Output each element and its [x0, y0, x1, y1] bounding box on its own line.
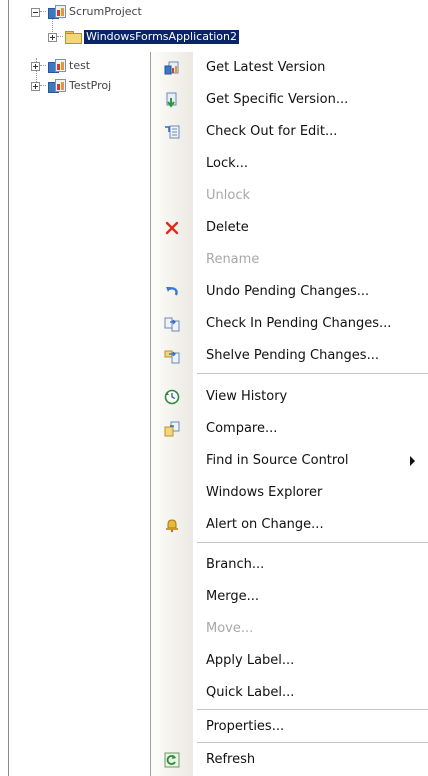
menu-item-quick-label[interactable]: Quick Label... [151, 677, 428, 709]
checkout-icon [164, 124, 180, 140]
menu-item-merge[interactable]: Merge... [151, 581, 428, 613]
tree-item-label: TestProj [69, 79, 112, 92]
menu-item-check-in-pending-changes[interactable]: Check In Pending Changes... [151, 308, 428, 340]
menu-item-move: Move... [151, 613, 428, 645]
menu-item-unlock: Unlock [151, 180, 428, 212]
menu-item-label: Compare... [206, 421, 278, 436]
menu-item-label: Delete [206, 220, 249, 235]
menu-item-rename: Rename [151, 244, 428, 276]
undo-icon [164, 284, 180, 300]
refresh-icon [164, 752, 180, 768]
menu-separator [197, 742, 428, 743]
tree-connector [40, 65, 46, 67]
tree-item-label: WindowsFormsApplication2 [84, 30, 240, 44]
menu-item-label: Undo Pending Changes... [206, 284, 370, 299]
submenu-arrow-icon [410, 456, 415, 466]
menu-item-properties[interactable]: Properties... [151, 711, 428, 743]
menu-item-apply-label[interactable]: Apply Label... [151, 645, 428, 677]
menu-item-label: Unlock [206, 188, 250, 203]
menu-item-label: Windows Explorer [206, 485, 323, 500]
menu-item-alert-on-change[interactable]: Alert on Change... [151, 509, 428, 541]
tree-item-scrumproject[interactable]: ScrumProject [31, 2, 142, 22]
tree-connector [40, 11, 46, 13]
menu-item-windows-explorer[interactable]: Windows Explorer [151, 477, 428, 509]
menu-item-check-out-for-edit[interactable]: Check Out for Edit... [151, 116, 428, 148]
menu-item-label: Branch... [206, 557, 265, 572]
menu-item-label: Refresh [206, 752, 256, 767]
folder-icon [65, 31, 82, 44]
menu-item-label: Check In Pending Changes... [206, 316, 392, 331]
menu-item-label: Find in Source Control [206, 453, 349, 468]
tree-item-test[interactable]: test [31, 56, 90, 76]
checkin-icon [164, 316, 180, 332]
team-project-icon [48, 79, 66, 93]
get-latest-icon [164, 60, 180, 76]
get-specific-icon [164, 92, 180, 108]
history-icon [164, 389, 180, 405]
menu-item-label: Get Latest Version [206, 60, 326, 75]
expand-icon[interactable] [48, 32, 57, 42]
menu-item-branch[interactable]: Branch... [151, 549, 428, 581]
shelve-icon [164, 348, 180, 364]
tree-item-windowsformsapplication2[interactable]: WindowsFormsApplication2 [48, 27, 240, 47]
menu-item-label: Properties... [206, 719, 285, 734]
delete-icon [164, 220, 180, 236]
menu-item-lock[interactable]: Lock... [151, 148, 428, 180]
tree-connector [40, 85, 46, 87]
collapse-icon[interactable] [31, 7, 40, 17]
menu-item-label: Get Specific Version... [206, 92, 349, 107]
team-project-icon [48, 5, 66, 19]
context-menu: Get Latest Version Get Specific Version.… [150, 52, 428, 776]
menu-item-get-specific-version[interactable]: Get Specific Version... [151, 84, 428, 116]
menu-item-label: View History [206, 389, 288, 404]
menu-item-undo-pending-changes[interactable]: Undo Pending Changes... [151, 276, 428, 308]
menu-item-label: Quick Label... [206, 685, 295, 700]
menu-item-label: Check Out for Edit... [206, 124, 338, 139]
menu-item-shelve-pending-changes[interactable]: Shelve Pending Changes... [151, 340, 428, 372]
menu-item-label: Lock... [206, 156, 249, 171]
menu-item-view-history[interactable]: View History [151, 381, 428, 413]
expand-icon[interactable] [31, 81, 40, 91]
screen: ScrumProject WindowsFormsApplication2 te… [0, 0, 428, 776]
menu-separator [197, 709, 428, 710]
team-project-icon [48, 59, 66, 73]
menu-item-refresh[interactable]: Refresh [151, 744, 428, 776]
menu-item-label: Shelve Pending Changes... [206, 348, 379, 363]
menu-item-compare[interactable]: Compare... [151, 413, 428, 445]
menu-item-label: Rename [206, 252, 260, 267]
menu-item-label: Merge... [206, 589, 259, 604]
tree-item-label: test [69, 59, 91, 72]
tree-connector [57, 36, 63, 38]
bell-icon [164, 517, 180, 533]
menu-separator [197, 542, 428, 543]
menu-item-find-in-source-control[interactable]: Find in Source Control [151, 445, 428, 477]
menu-item-label: Apply Label... [206, 653, 295, 668]
panel-border [8, 0, 9, 776]
tree-item-testproj[interactable]: TestProj [31, 76, 111, 96]
tree-item-label: ScrumProject [69, 5, 142, 18]
expand-icon[interactable] [31, 61, 40, 71]
menu-item-label: Alert on Change... [206, 517, 324, 532]
compare-icon [164, 421, 180, 437]
menu-item-label: Move... [206, 621, 254, 636]
menu-item-delete[interactable]: Delete [151, 212, 428, 244]
menu-separator [197, 373, 428, 374]
menu-item-get-latest-version[interactable]: Get Latest Version [151, 52, 428, 84]
